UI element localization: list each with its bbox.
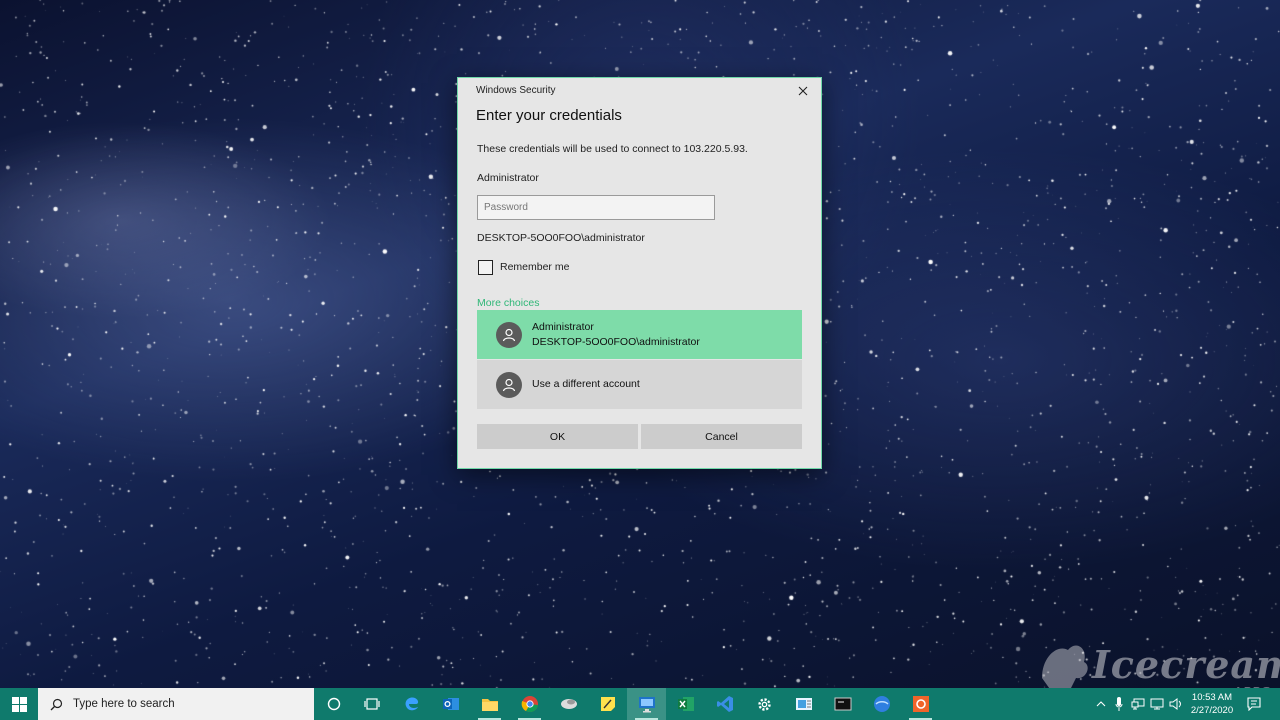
account-name: Use a different account (532, 378, 640, 390)
screen-recorder-icon (912, 696, 929, 712)
cortana-icon (327, 697, 340, 711)
app-button[interactable] (549, 688, 588, 720)
remote-desktop-icon (638, 697, 655, 713)
close-icon (798, 86, 808, 96)
chrome-icon (521, 696, 538, 713)
monitor-icon (1150, 698, 1164, 710)
microphone-icon (1115, 697, 1123, 711)
outlook-button[interactable] (431, 688, 470, 720)
network-button[interactable] (1129, 688, 1147, 720)
edge-button[interactable] (392, 688, 431, 720)
microphone-button[interactable] (1111, 688, 1127, 720)
settings-button[interactable] (745, 688, 784, 720)
password-field[interactable] (477, 195, 715, 220)
remote-desktop-button[interactable] (627, 688, 666, 720)
display-button[interactable] (1148, 688, 1166, 720)
remember-me-label[interactable]: Remember me (500, 261, 569, 273)
file-explorer-icon (481, 699, 498, 711)
more-choices-link[interactable]: More choices (477, 297, 539, 309)
start-button[interactable] (0, 688, 38, 720)
credentials-dialog: Windows Security Enter your credentials … (457, 77, 822, 469)
remember-me-checkbox[interactable] (478, 260, 493, 275)
taskbar-clock[interactable]: 10:53 AM 2/27/2020 (1186, 691, 1238, 717)
taskbar-search-box[interactable]: Type here to search (38, 688, 314, 720)
sticky-notes-button[interactable] (588, 688, 627, 720)
task-view-button[interactable] (352, 688, 391, 720)
network-icon (1131, 698, 1145, 710)
notifications-icon (1247, 697, 1261, 711)
dialog-description: These credentials will be used to connec… (477, 143, 748, 155)
file-explorer-button[interactable] (470, 688, 509, 720)
volume-icon (1169, 698, 1181, 710)
close-button[interactable] (791, 81, 815, 101)
cancel-button[interactable]: Cancel (641, 424, 802, 449)
sticky-notes-icon (600, 697, 615, 711)
search-icon (50, 698, 63, 710)
screen-recorder-button[interactable] (901, 688, 940, 720)
clock-date: 2/27/2020 (1190, 705, 1234, 716)
settings-icon (758, 697, 771, 711)
windows-logo-icon (11, 696, 27, 712)
account-name: Administrator (532, 320, 594, 333)
terminal-icon (834, 697, 851, 711)
user-avatar-icon (496, 321, 522, 348)
visual-studio-icon (716, 696, 733, 712)
excel-button[interactable] (666, 688, 705, 720)
account-detail: DESKTOP-5OO0FOO\administrator (532, 335, 700, 348)
search-placeholder: Type here to search (73, 698, 175, 710)
chevron-up-icon (1096, 701, 1106, 707)
username-label: Administrator (477, 172, 539, 184)
domain-user-label: DESKTOP-5OO0FOO\administrator (477, 232, 645, 244)
terminal-button[interactable] (823, 688, 862, 720)
dialog-window-title: Windows Security (476, 85, 556, 96)
action-center-button[interactable] (1242, 688, 1266, 720)
app-icon (560, 699, 577, 709)
mail-button[interactable] (784, 688, 823, 720)
edge-icon (405, 697, 418, 711)
volume-button[interactable] (1167, 688, 1185, 720)
chrome-button[interactable] (510, 688, 549, 720)
mail-icon (795, 698, 812, 710)
show-hidden-icons-button[interactable] (1092, 688, 1110, 720)
browser-icon (873, 696, 890, 712)
account-option-administrator[interactable]: Administrator DESKTOP-5OO0FOO\administra… (477, 310, 802, 359)
clock-time: 10:53 AM (1191, 692, 1233, 703)
watermark-text: Icecream (1092, 642, 1280, 687)
task-view-icon (363, 698, 380, 710)
dialog-heading: Enter your credentials (476, 107, 622, 124)
account-option-different[interactable]: Use a different account (477, 360, 802, 409)
excel-icon (677, 697, 694, 711)
ok-button[interactable]: OK (477, 424, 638, 449)
user-avatar-icon (496, 371, 522, 398)
outlook-icon (442, 698, 459, 710)
cortana-button[interactable] (314, 688, 353, 720)
taskbar: Type here to search 10:53 AM 2/27/2020 (0, 688, 1280, 720)
browser-button[interactable] (862, 688, 901, 720)
visual-studio-button[interactable] (705, 688, 744, 720)
